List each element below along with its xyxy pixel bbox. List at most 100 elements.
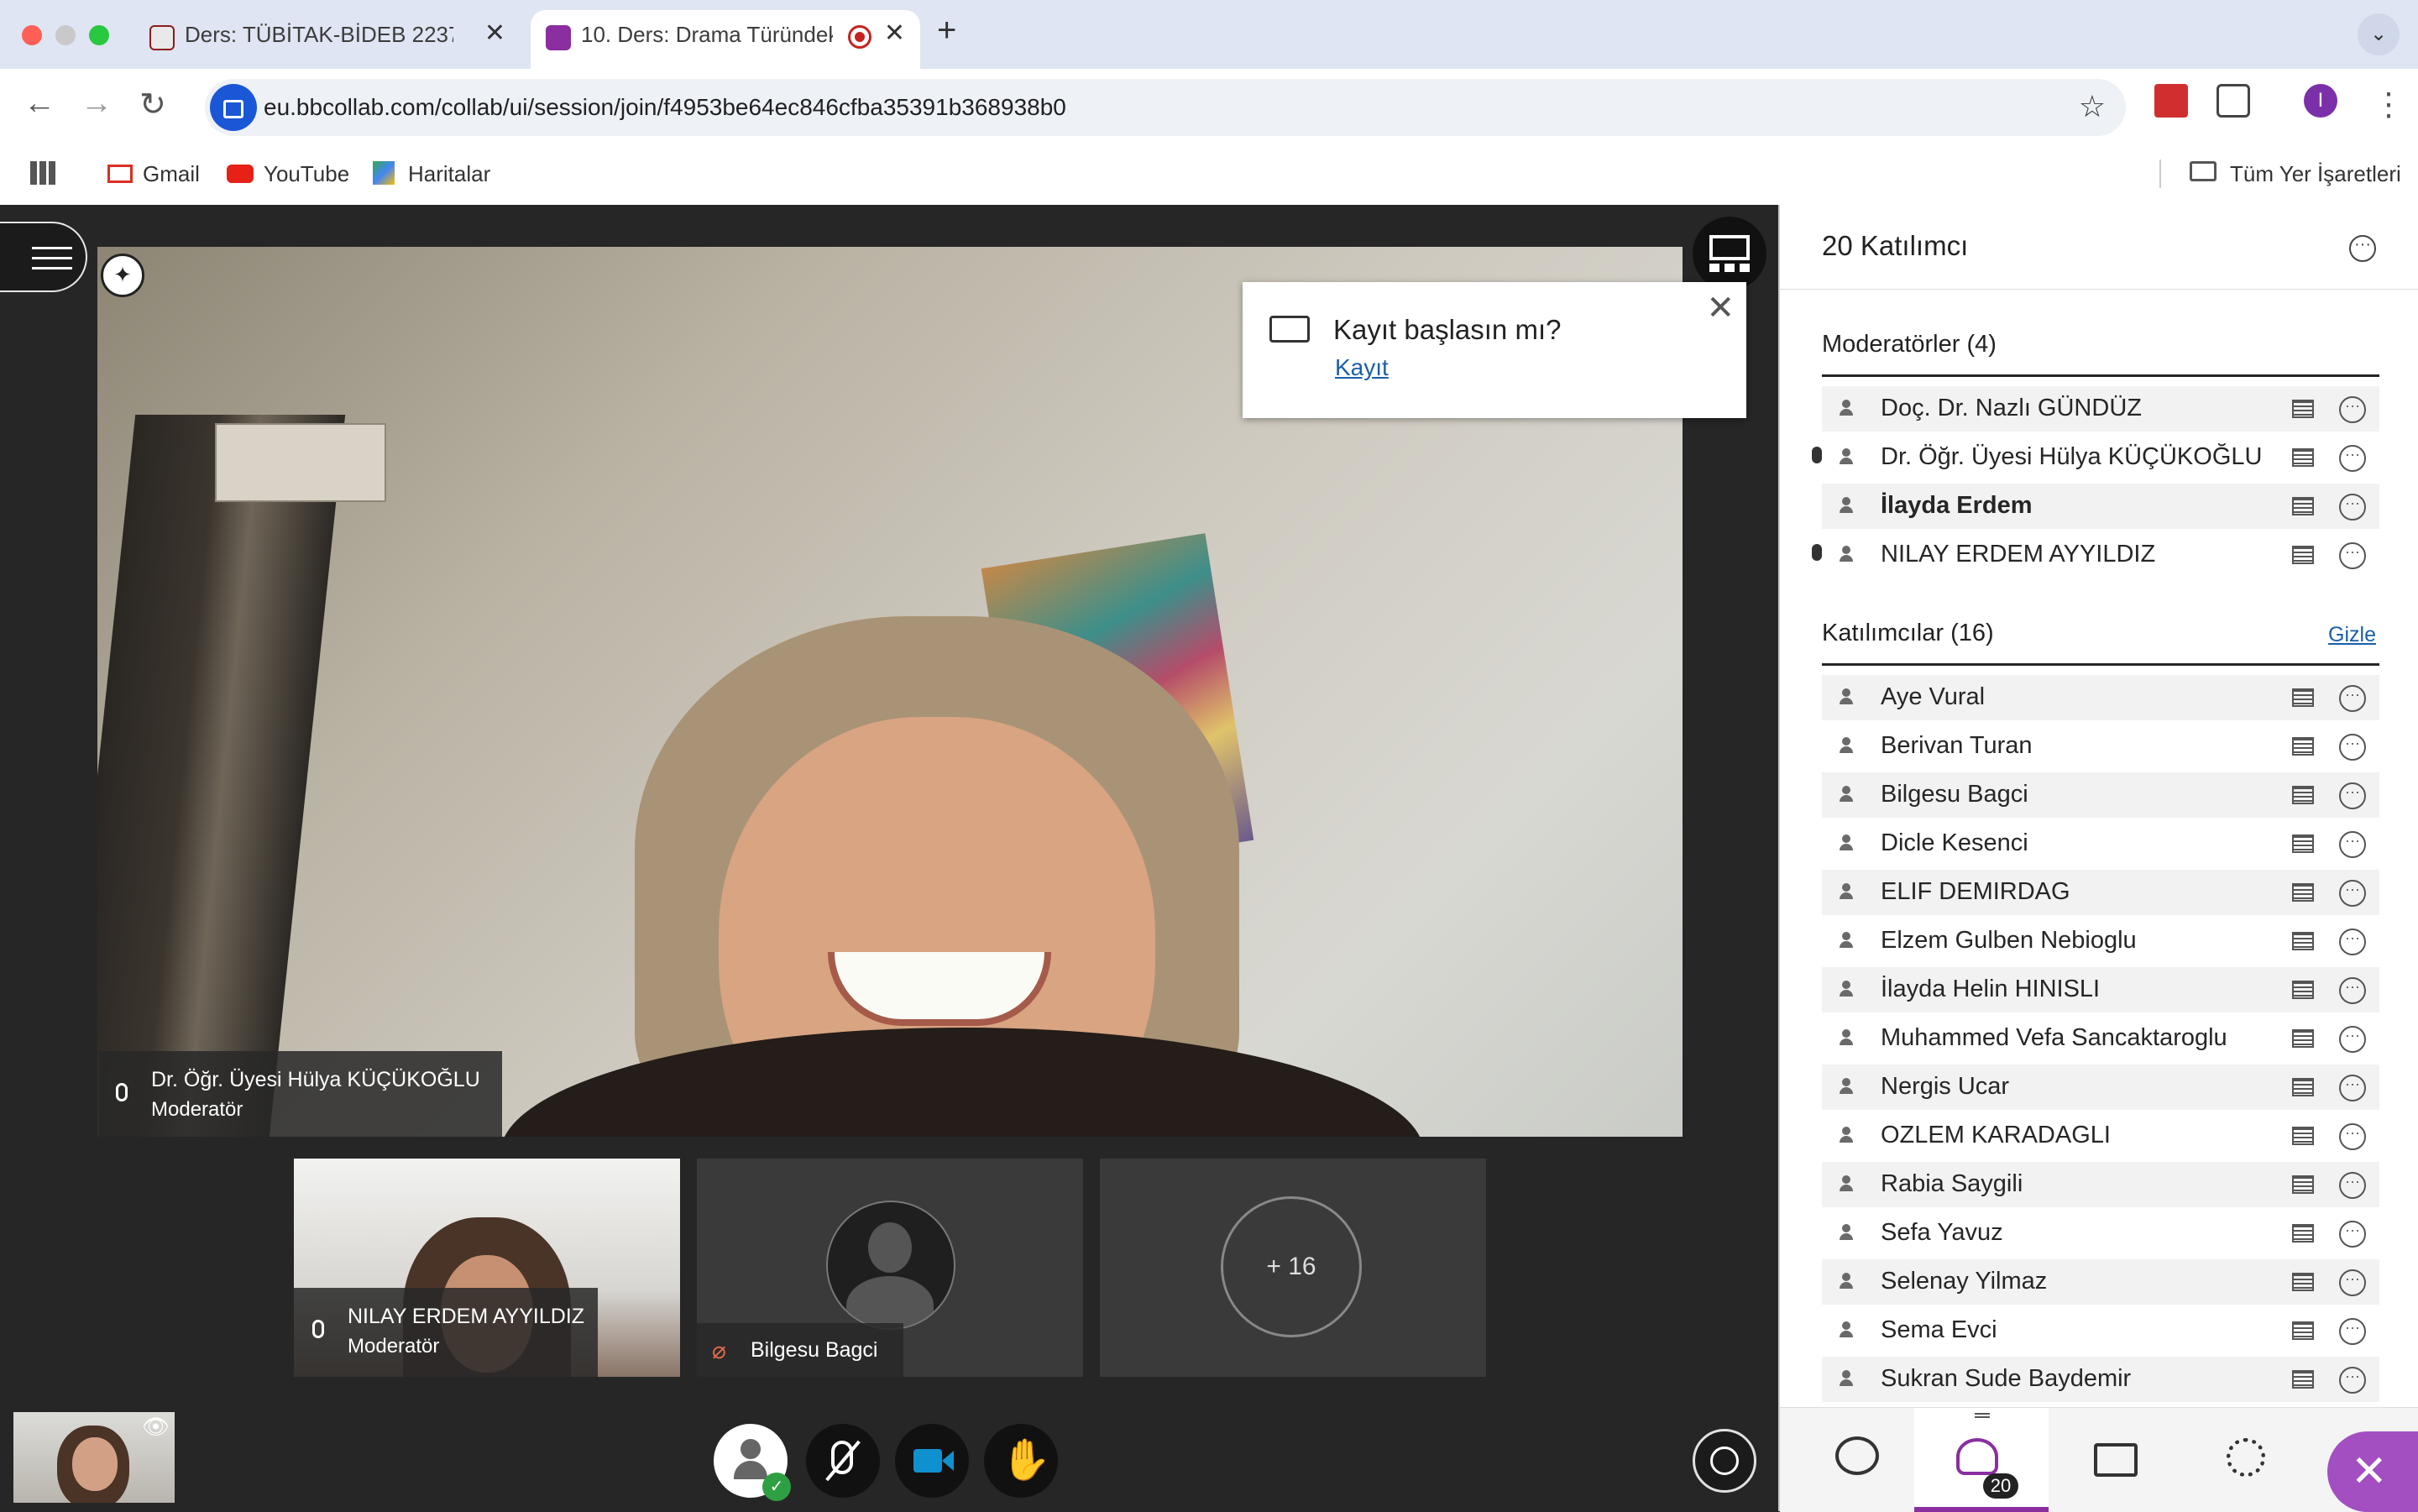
window-minimize-dot[interactable] [55, 25, 76, 45]
bookmark-youtube[interactable]: YouTube [264, 161, 349, 187]
site-info-icon[interactable] [210, 84, 257, 131]
url-text[interactable]: eu.bbcollab.com/collab/ui/session/join/f… [264, 94, 1066, 121]
participant-row[interactable]: OZLEM KARADAGLI ··· [1822, 1113, 2379, 1159]
participant-row[interactable]: Sefa Yavuz ··· [1822, 1211, 2379, 1256]
participant-row[interactable]: Sema Evci ··· [1822, 1308, 2379, 1353]
more-options-icon[interactable]: ··· [2339, 880, 2366, 907]
address-bar[interactable]: eu.bbcollab.com/collab/ui/session/join/f… [205, 79, 2126, 136]
notes-icon[interactable] [2292, 981, 2314, 999]
more-options-icon[interactable]: ··· [2339, 396, 2366, 423]
participant-row[interactable]: Nergis Ucar ··· [1822, 1065, 2379, 1110]
raise-hand-button[interactable]: ✋ [984, 1424, 1058, 1498]
window-close-dot[interactable] [22, 25, 42, 45]
layout-toggle-button[interactable] [1693, 217, 1766, 290]
bookmark-maps[interactable]: Haritalar [408, 161, 490, 187]
participant-row[interactable]: Bilgesu Bagci ··· [1822, 772, 2379, 818]
notes-icon[interactable] [2292, 883, 2314, 902]
moderator-row[interactable]: Dr. Öğr. Üyesi Hülya KÜÇÜKOĞLU ··· [1812, 435, 2379, 480]
share-content-icon[interactable] [2086, 1428, 2149, 1492]
more-options-icon[interactable]: ··· [2339, 831, 2366, 858]
tab-session[interactable]: 10. Ders: Drama Türündek ✕ [531, 10, 920, 69]
thumbnail-bilgesu[interactable]: ⌀ Bilgesu Bagci [697, 1159, 1083, 1377]
more-options-icon[interactable]: ··· [2339, 1075, 2366, 1101]
notes-icon[interactable] [2292, 1370, 2314, 1389]
participant-row[interactable]: Berivan Turan ··· [1822, 724, 2379, 769]
profile-avatar[interactable]: I [2304, 84, 2337, 118]
more-options-icon[interactable]: ··· [2339, 1367, 2366, 1394]
tab-close-icon[interactable]: ✕ [484, 18, 505, 48]
reload-icon[interactable]: ↻ [139, 86, 166, 123]
participant-row[interactable]: ELIF DEMIRDAG ··· [1822, 870, 2379, 915]
session-timer-button[interactable] [1693, 1429, 1756, 1493]
participant-row[interactable]: Dicle Kesenci ··· [1822, 821, 2379, 866]
notes-icon[interactable] [2292, 1127, 2314, 1145]
mendeley-extension-icon[interactable] [2154, 84, 2188, 118]
more-participants-count[interactable]: + 16 [1221, 1196, 1362, 1337]
window-zoom-dot[interactable] [89, 25, 109, 45]
notes-icon[interactable] [2292, 546, 2314, 564]
notes-icon[interactable] [2292, 737, 2314, 756]
bookmark-gmail[interactable]: Gmail [143, 161, 200, 187]
more-options-icon[interactable]: ··· [2339, 977, 2366, 1004]
settings-gear-icon[interactable] [2215, 1428, 2279, 1492]
close-panel-button[interactable]: ✕ [2327, 1431, 2418, 1512]
tab-search-chevron-icon[interactable]: ⌄ [2358, 13, 2400, 55]
close-icon[interactable]: ✕ [1706, 289, 1735, 327]
notes-icon[interactable] [2292, 834, 2314, 853]
more-options-icon[interactable]: ··· [2339, 1123, 2366, 1150]
notes-icon[interactable] [2292, 1273, 2314, 1291]
more-options-icon[interactable]: ··· [2339, 542, 2366, 569]
all-bookmarks-link[interactable]: Tüm Yer İşaretleri [2230, 161, 2401, 187]
more-options-icon[interactable]: ··· [2339, 734, 2366, 761]
notes-icon[interactable] [2292, 1175, 2314, 1194]
notes-icon[interactable] [2292, 932, 2314, 950]
participant-row[interactable]: Rabia Saygili ··· [1822, 1162, 2379, 1207]
more-options-icon[interactable]: ··· [2339, 1221, 2366, 1248]
panel-more-options-icon[interactable]: ··· [2349, 235, 2376, 262]
self-view-video[interactable]: 👁 [13, 1412, 175, 1503]
participant-row[interactable]: Sukran Sude Baydemir ··· [1822, 1357, 2379, 1402]
session-menu-button[interactable] [0, 222, 87, 292]
moderator-row[interactable]: NILAY ERDEM AYYILDIZ ··· [1812, 532, 2379, 578]
forward-icon[interactable]: → [81, 86, 113, 122]
participant-row[interactable]: İlayda Helin HINISLI ··· [1822, 967, 2379, 1012]
more-options-icon[interactable]: ··· [2339, 494, 2366, 521]
more-options-icon[interactable]: ··· [2339, 782, 2366, 809]
notes-icon[interactable] [2292, 786, 2314, 804]
more-options-icon[interactable]: ··· [2339, 929, 2366, 955]
new-tab-icon[interactable]: + [937, 12, 956, 50]
tab-close-icon[interactable]: ✕ [884, 18, 905, 48]
record-link[interactable]: Kayıt [1335, 354, 1389, 381]
more-options-icon[interactable]: ··· [2339, 1026, 2366, 1053]
hide-participants-link[interactable]: Gizle [2328, 623, 2376, 647]
moderator-row[interactable]: Doç. Dr. Nazlı GÜNDÜZ ··· [1822, 386, 2379, 432]
notes-icon[interactable] [2292, 400, 2314, 418]
participant-row[interactable]: Aye Vural ··· [1822, 675, 2379, 720]
tab-course[interactable]: Ders: TÜBİTAK-BİDEB 2237-A ✕ [134, 10, 521, 69]
notes-icon[interactable] [2292, 1224, 2314, 1243]
notes-icon[interactable] [2292, 688, 2314, 707]
participant-row[interactable]: Elzem Gulben Nebioglu ··· [1822, 918, 2379, 964]
more-options-icon[interactable]: ··· [2339, 445, 2366, 472]
bookmark-star-icon[interactable]: ☆ [2079, 89, 2106, 124]
pin-video-icon[interactable]: ✦ [101, 254, 144, 297]
browser-menu-icon[interactable]: ⋮ [2373, 86, 2405, 123]
more-options-icon[interactable]: ··· [2339, 1269, 2366, 1296]
more-options-icon[interactable]: ··· [2339, 685, 2366, 712]
my-status-button[interactable]: ✓ [714, 1424, 791, 1501]
self-view-eye-icon[interactable]: 👁 [142, 1414, 170, 1440]
more-options-icon[interactable]: ··· [2339, 1172, 2366, 1199]
participant-row[interactable]: Muhammed Vefa Sancaktaroglu ··· [1822, 1016, 2379, 1061]
notes-icon[interactable] [2292, 1029, 2314, 1048]
back-icon[interactable]: ← [24, 86, 55, 122]
notes-icon[interactable] [2292, 497, 2314, 515]
chat-icon[interactable] [1827, 1428, 1891, 1492]
more-options-icon[interactable]: ··· [2339, 1318, 2366, 1345]
notes-icon[interactable] [2292, 1078, 2314, 1096]
apps-grid-icon[interactable] [30, 161, 55, 185]
moderator-row[interactable]: İlayda Erdem ··· [1822, 484, 2379, 529]
camera-toggle-button[interactable] [895, 1424, 969, 1498]
extensions-puzzle-icon[interactable] [2216, 84, 2250, 118]
thumbnail-nilay[interactable]: NILAY ERDEM AYYILDIZ Moderatör [294, 1159, 680, 1377]
participants-tab[interactable]: 20 [1914, 1408, 2049, 1512]
